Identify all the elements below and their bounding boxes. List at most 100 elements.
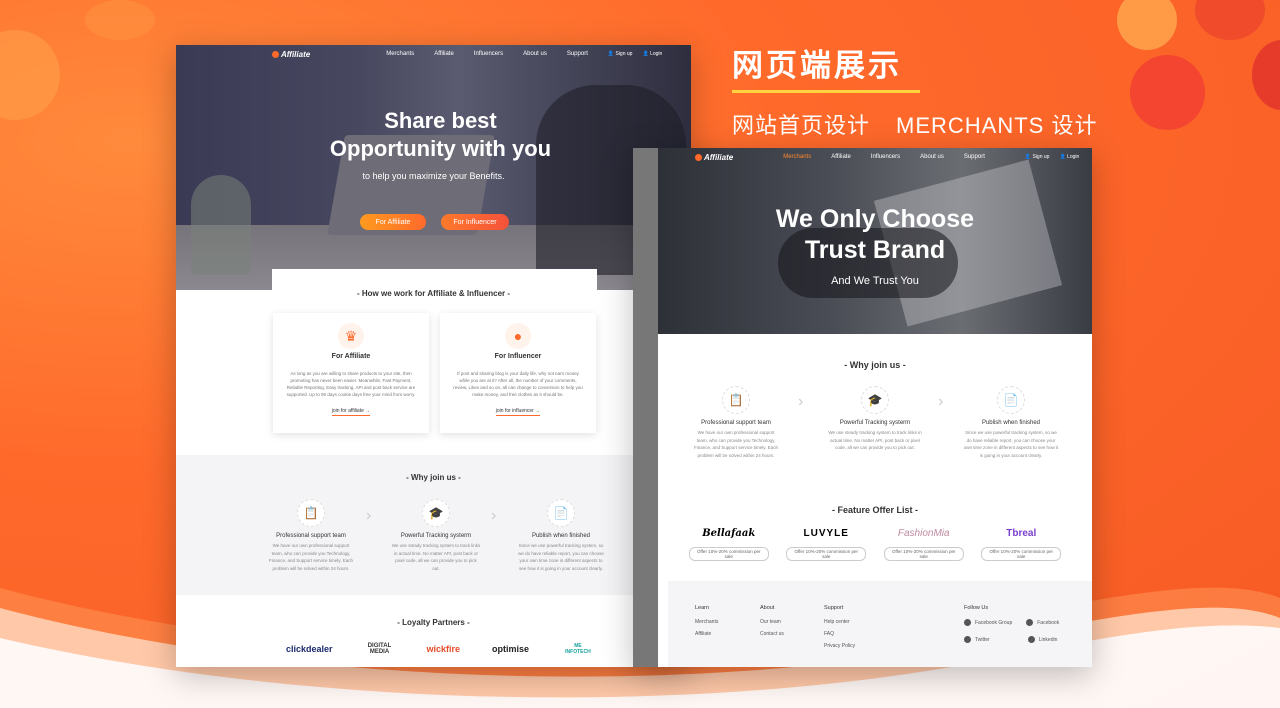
feature-desc: We use steady tracking system to track l… — [391, 543, 481, 571]
nav-about[interactable]: About us — [920, 154, 944, 160]
feature-title: Professional support team — [276, 533, 346, 539]
publish-icon: 📄 — [997, 386, 1025, 414]
join-affiliate-link[interactable]: join for affiliate → — [331, 408, 371, 416]
nav-influencers[interactable]: Influencers — [474, 51, 503, 57]
login-link[interactable]: 👤 Login — [642, 51, 662, 57]
footer-link[interactable]: Privacy Policy — [824, 643, 855, 649]
hero-title-line1: Share best — [384, 108, 497, 133]
publish-icon: 📄 — [547, 499, 575, 527]
for-influencer-button[interactable]: For Influencer — [441, 214, 509, 230]
footer-link[interactable]: Affiliate — [695, 631, 718, 637]
support-team-icon: 📋 — [722, 386, 750, 414]
brand-logo: Tbreal — [1006, 528, 1037, 539]
signup-link[interactable]: 👤 Sign up — [1025, 154, 1050, 160]
decor-bubble — [1195, 0, 1265, 40]
logo-text: Affiliate — [704, 152, 734, 162]
twitter-link[interactable]: Twitter — [964, 636, 990, 643]
logo-icon — [272, 50, 279, 58]
card-desc: As long as you are willing to share prod… — [286, 371, 416, 397]
partners-row: clickdealer DIGITAL MEDIA wickfire optim… — [176, 643, 691, 655]
nav-merchants[interactable]: Merchants — [783, 154, 811, 160]
footer-link[interactable]: Merchants — [695, 619, 718, 625]
nav-support[interactable]: Support — [964, 154, 985, 160]
showcase-subtitle: 网站首页设计 MERCHANTS 设计 — [732, 108, 1123, 140]
brand-logo: FashionMia — [897, 528, 950, 539]
affiliate-card: ♛ For Affiliate As long as you are willi… — [273, 313, 429, 433]
nav-influencers[interactable]: Influencers — [871, 154, 900, 160]
top-nav: Affiliate Merchants Affiliate Influencer… — [176, 45, 691, 63]
partner-logo: ME INFOTECH — [565, 643, 591, 655]
hero-title-line2: Opportunity with you — [329, 136, 552, 161]
how-section-title: - How we work for Affiliate & Influencer… — [356, 289, 511, 298]
user-icon: ● — [505, 323, 531, 349]
login-link[interactable]: 👤 Login — [1059, 154, 1079, 160]
feature-desc: Since we use powerful tracking system, s… — [518, 543, 604, 571]
decor-bubble — [1117, 0, 1177, 50]
chevron-right-icon: › — [491, 507, 497, 524]
feature-desc: We have our own professional support tea… — [694, 430, 778, 458]
card-title: For Influencer — [494, 353, 542, 360]
nav-about[interactable]: About us — [523, 51, 547, 57]
login-label: Login — [650, 51, 663, 57]
join-affiliate-label: join for affiliate — [331, 408, 364, 414]
facebook-group-link[interactable]: Facebook Group — [964, 619, 1012, 626]
hero-plant — [191, 175, 251, 275]
influencer-card: ● For Influencer If post and sharing blo… — [440, 313, 596, 433]
showcase-title: 网页端展示 — [732, 48, 902, 83]
graduation-icon: 🎓 — [861, 386, 889, 414]
footer-learn: Learn Merchants Affiliate — [695, 605, 718, 643]
nav-merchants[interactable]: Merchants — [386, 51, 414, 57]
feature-support: 📋 Professional support team We have our … — [693, 386, 779, 459]
footer-follow: Follow Us Facebook Group Facebook Twitte… — [964, 605, 1084, 643]
offer-item[interactable]: Tbreal Offer 10%-20% commission per sale — [981, 528, 1062, 561]
join-influencer-link[interactable]: join for influencer → — [495, 408, 541, 416]
footer-about: About Our team Contact us — [760, 605, 784, 643]
footer-link-label: Twitter — [975, 636, 990, 643]
site-logo[interactable]: Affiliate — [695, 153, 733, 162]
card-title: For Affiliate — [331, 353, 371, 360]
nav-support[interactable]: Support — [567, 51, 588, 57]
footer-link[interactable]: Contact us — [760, 631, 784, 637]
linkedin-link[interactable]: Linkedin — [1027, 636, 1058, 643]
signup-label: Sign up — [1032, 154, 1050, 160]
partners-title: - Loyalty Partners - — [397, 618, 470, 627]
offer-item[interactable]: FashionMia Offer 10%-20% commission per s… — [883, 528, 964, 561]
footer-link[interactable]: Our team — [760, 619, 784, 625]
footer-link[interactable]: Help center — [824, 619, 855, 625]
arrow-right-icon: → — [365, 408, 371, 414]
feature-desc: We have our own professional support tea… — [269, 543, 353, 571]
feature-title: Publish when finished — [531, 533, 591, 539]
signup-link[interactable]: 👤 Sign up — [608, 51, 633, 57]
hero-banner — [176, 45, 691, 290]
feature-title: Publish when finished — [981, 420, 1041, 426]
nav-affiliate[interactable]: Affiliate — [831, 154, 851, 160]
site-footer: Learn Merchants Affiliate About Our team… — [668, 581, 1092, 667]
feature-publish: 📄 Publish when finished Since we use pow… — [963, 386, 1059, 459]
site-logo[interactable]: Affiliate — [272, 50, 310, 59]
title-underline — [732, 90, 920, 93]
offer-tag: Offer 10%-20% commission per sale — [688, 547, 769, 561]
offer-item[interactable]: Bellafaak Offer 10%-20% commission per sa… — [688, 528, 769, 561]
nav-affiliate[interactable]: Affiliate — [434, 51, 454, 57]
partner-logo: wickfire — [426, 644, 460, 654]
feature-tracking: 🎓 Powerful Tracking systerm We use stead… — [391, 499, 481, 572]
linkedin-icon — [1027, 636, 1035, 643]
facebook-link[interactable]: Facebook — [1026, 619, 1059, 626]
join-influencer-label: join for influencer — [495, 408, 534, 414]
footer-link[interactable]: FAQ — [824, 631, 855, 637]
support-team-icon: 📋 — [297, 499, 325, 527]
partner-logo: optimise — [491, 644, 529, 654]
offer-item[interactable]: LUVYLE Offer 10%-20% commission per sale — [786, 528, 867, 561]
footer-link-label: Linkedin — [1038, 636, 1058, 643]
why-section-title: - Why join us - — [406, 473, 461, 482]
homepage-mockup: Affiliate Merchants Affiliate Influencer… — [176, 45, 691, 667]
crown-icon: ♛ — [338, 323, 364, 349]
footer-link-label: Facebook — [1037, 619, 1060, 626]
feature-title: Powerful Tracking systerm — [839, 420, 911, 426]
merchants-mockup: Affiliate Merchants Affiliate Influencer… — [633, 148, 1092, 667]
chevron-right-icon: › — [938, 393, 944, 410]
hero-title-line1: We Only Choose — [775, 205, 975, 233]
decor-bubble — [0, 30, 60, 120]
partner-logo: DIGITAL MEDIA — [367, 643, 392, 655]
for-affiliate-button[interactable]: For Affiliate — [360, 214, 426, 230]
